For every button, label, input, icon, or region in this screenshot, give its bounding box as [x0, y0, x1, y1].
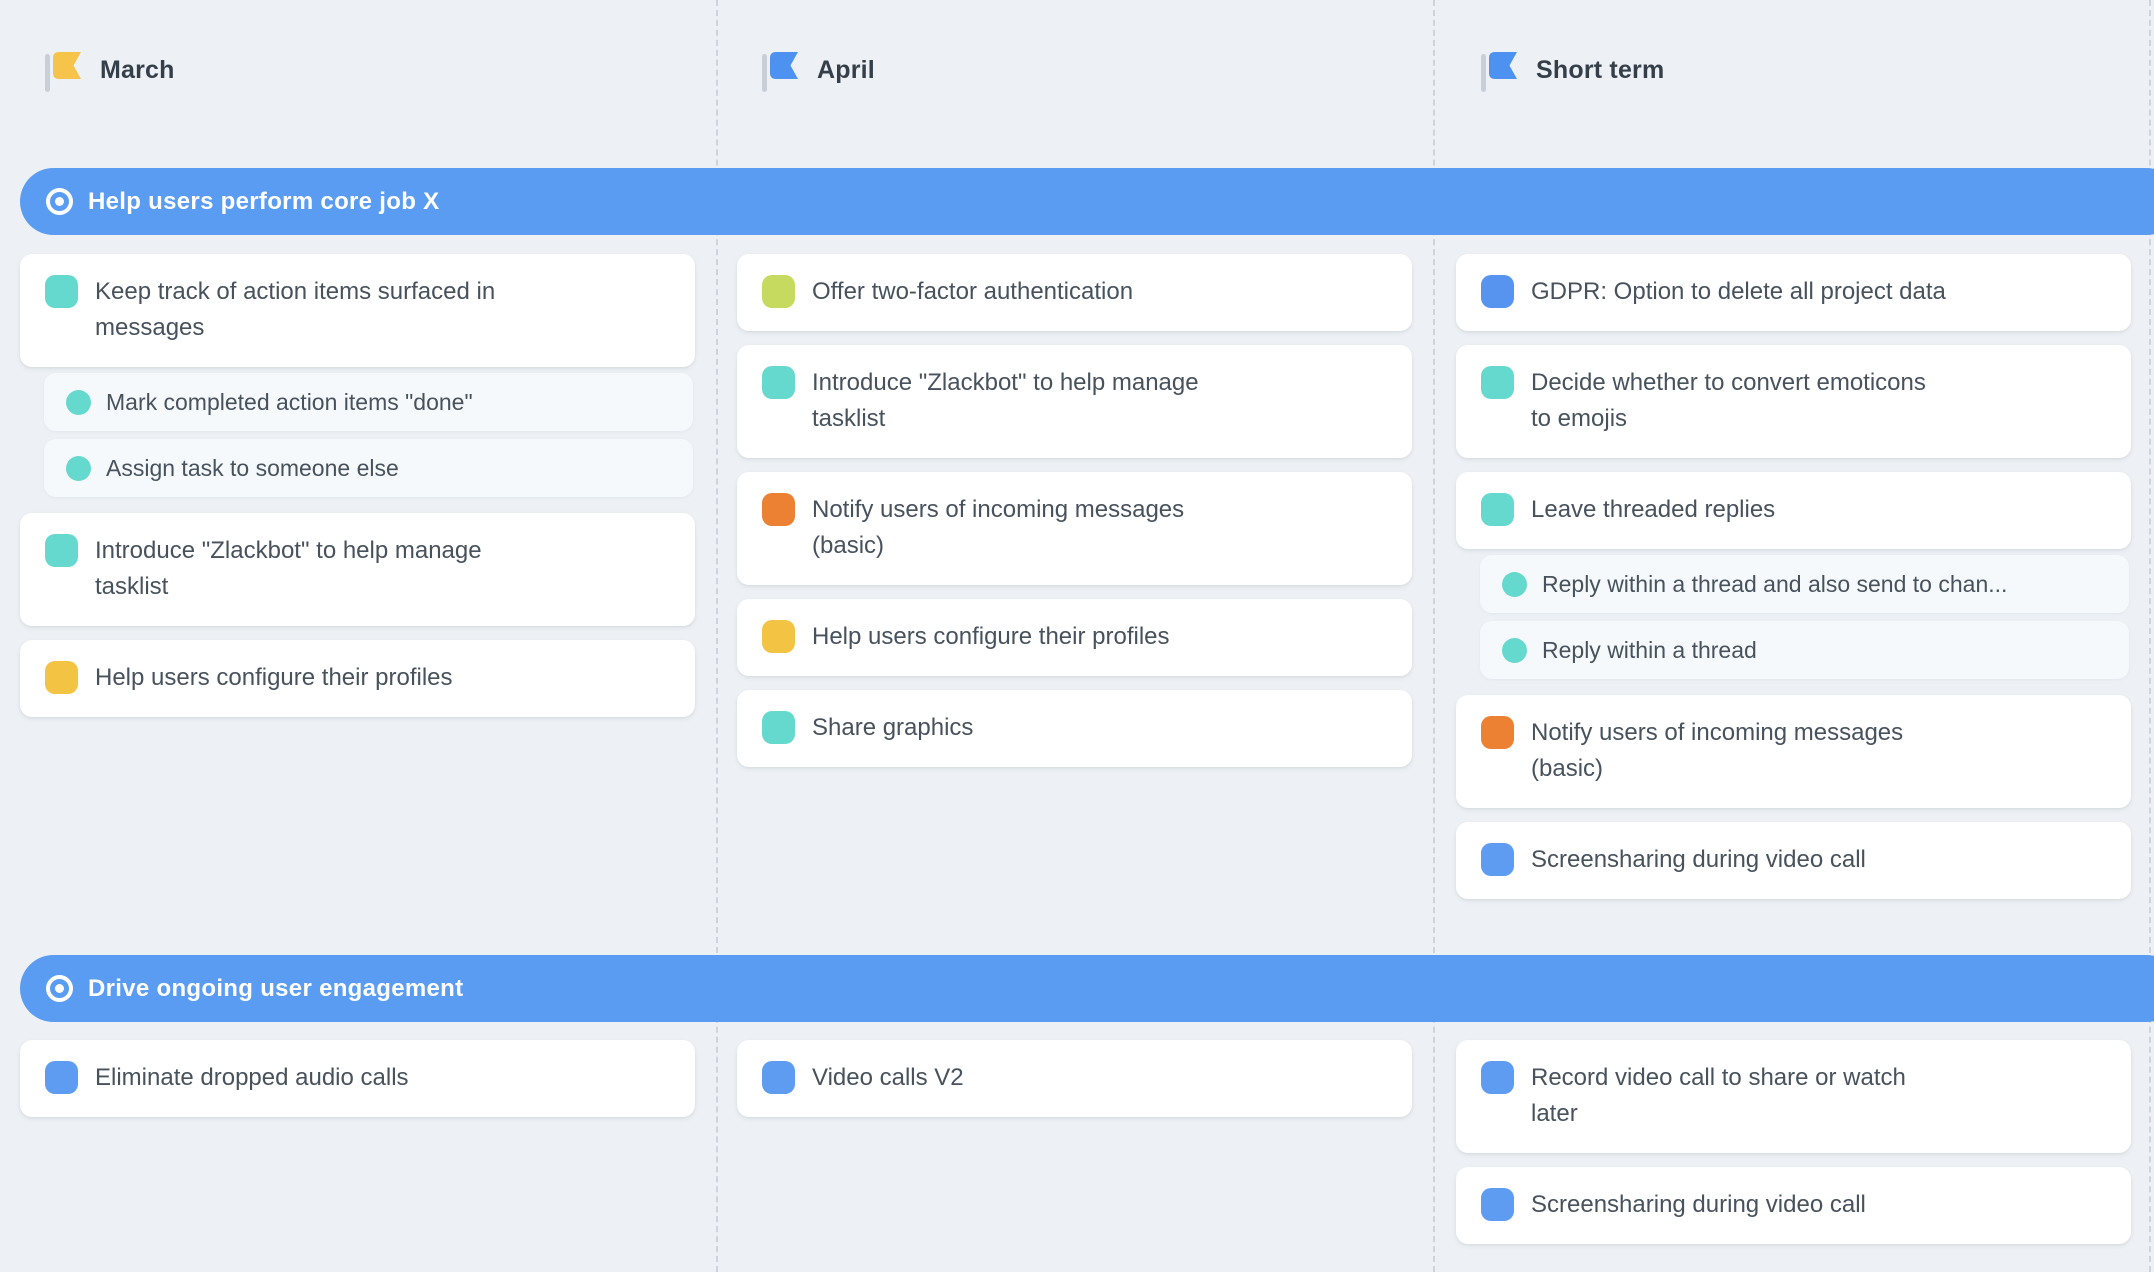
column-header-label: April — [817, 56, 875, 85]
feature-card[interactable]: Record video call to share or watch late… — [1456, 1040, 2131, 1153]
feature-card[interactable]: Decide whether to convert emoticons to e… — [1456, 345, 2131, 458]
feature-status-swatch — [45, 1061, 78, 1094]
subfeature-status-dot — [1502, 638, 1527, 663]
subfeature-row[interactable]: Reply within a thread and also send to c… — [1480, 555, 2129, 613]
subfeature-status-dot — [66, 456, 91, 481]
feature-title: Screensharing during video call — [1531, 1187, 1866, 1223]
feature-card[interactable]: Keep track of action items surfaced in m… — [20, 254, 695, 367]
objective-title: Help users perform core job X — [88, 188, 439, 216]
feature-status-swatch — [762, 493, 795, 526]
column-header-label: Short term — [1536, 56, 1664, 85]
feature-status-swatch — [762, 366, 795, 399]
feature-title: Share graphics — [812, 710, 973, 746]
subfeature-row[interactable]: Mark completed action items "done" — [44, 373, 693, 431]
feature-title: Record video call to share or watch late… — [1531, 1060, 1906, 1132]
lane-cell: Record video call to share or watch late… — [1456, 1040, 2131, 1244]
feature-card[interactable]: Notify users of incoming messages (basic… — [737, 472, 1412, 585]
column-header-label: March — [100, 56, 175, 85]
feature-status-swatch — [1481, 493, 1514, 526]
feature-card[interactable]: GDPR: Option to delete all project data — [1456, 254, 2131, 331]
feature-title: Video calls V2 — [812, 1060, 964, 1096]
feature-status-swatch — [45, 275, 78, 308]
subfeature-title: Mark completed action items "done" — [106, 389, 473, 415]
feature-status-swatch — [762, 1061, 795, 1094]
lane-cell: Offer two-factor authentication Introduce… — [737, 254, 1412, 767]
feature-status-swatch — [45, 661, 78, 694]
lane-cell: GDPR: Option to delete all project data D… — [1456, 254, 2131, 899]
feature-title: Offer two-factor authentication — [812, 274, 1133, 310]
subfeature-title: Reply within a thread and also send to c… — [1542, 571, 2007, 597]
feature-card[interactable]: Video calls V2 — [737, 1040, 1412, 1117]
feature-status-swatch — [1481, 275, 1514, 308]
objective-target-icon — [46, 188, 73, 215]
subfeature-title: Assign task to someone else — [106, 455, 399, 481]
feature-title: Eliminate dropped audio calls — [95, 1060, 409, 1096]
subfeature-row[interactable]: Assign task to someone else — [44, 439, 693, 497]
release-flag-icon — [770, 52, 798, 79]
objective-target-icon — [46, 975, 73, 1002]
flag-pole — [762, 54, 767, 92]
feature-title: Help users configure their profiles — [812, 619, 1170, 655]
feature-card[interactable]: Screensharing during video call — [1456, 1167, 2131, 1244]
feature-title: Keep track of action items surfaced in m… — [95, 274, 495, 346]
subfeature-status-dot — [66, 390, 91, 415]
feature-card[interactable]: Help users configure their profiles — [20, 640, 695, 717]
column-header-short-term[interactable]: Short term — [1481, 40, 1664, 100]
release-flag-icon — [1489, 52, 1517, 79]
feature-card[interactable]: Leave threaded replies — [1456, 472, 2131, 549]
feature-card[interactable]: Help users configure their profiles — [737, 599, 1412, 676]
feature-card[interactable]: Offer two-factor authentication — [737, 254, 1412, 331]
column-header-april[interactable]: April — [762, 40, 875, 100]
feature-card[interactable]: Eliminate dropped audio calls — [20, 1040, 695, 1117]
subfeature-status-dot — [1502, 572, 1527, 597]
flag-pole — [45, 54, 50, 92]
roadmap-board: March April Short term Help users perfor… — [0, 0, 2154, 1272]
feature-status-swatch — [1481, 366, 1514, 399]
feature-title: Introduce "Zlackbot" to help manage task… — [95, 533, 482, 605]
lane-cell: Video calls V2 — [737, 1040, 1412, 1117]
feature-status-swatch — [1481, 1188, 1514, 1221]
flag-pole — [1481, 54, 1486, 92]
feature-card[interactable]: Introduce "Zlackbot" to help manage task… — [737, 345, 1412, 458]
feature-card[interactable]: Share graphics — [737, 690, 1412, 767]
feature-status-swatch — [1481, 843, 1514, 876]
feature-title: Introduce "Zlackbot" to help manage task… — [812, 365, 1199, 437]
feature-title: GDPR: Option to delete all project data — [1531, 274, 1946, 310]
feature-title: Leave threaded replies — [1531, 492, 1775, 528]
feature-title: Screensharing during video call — [1531, 842, 1866, 878]
release-flag-icon — [53, 52, 81, 79]
feature-title: Notify users of incoming messages (basic… — [1531, 715, 1903, 787]
feature-card[interactable]: Introduce "Zlackbot" to help manage task… — [20, 513, 695, 626]
column-header-march[interactable]: March — [45, 40, 175, 100]
feature-card[interactable]: Screensharing during video call — [1456, 822, 2131, 899]
feature-status-swatch — [1481, 1061, 1514, 1094]
feature-status-swatch — [1481, 716, 1514, 749]
feature-title: Help users configure their profiles — [95, 660, 453, 696]
feature-title: Decide whether to convert emoticons to e… — [1531, 365, 1926, 437]
subfeature-title: Reply within a thread — [1542, 637, 1757, 663]
objective-lane-bar[interactable]: Drive ongoing user engagement — [20, 955, 2154, 1022]
feature-status-swatch — [762, 711, 795, 744]
objective-lane-bar[interactable]: Help users perform core job X — [20, 168, 2154, 235]
feature-status-swatch — [762, 620, 795, 653]
feature-status-swatch — [45, 534, 78, 567]
feature-card[interactable]: Notify users of incoming messages (basic… — [1456, 695, 2131, 808]
objective-title: Drive ongoing user engagement — [88, 975, 463, 1003]
feature-status-swatch — [762, 275, 795, 308]
lane-cell: Keep track of action items surfaced in m… — [20, 254, 695, 717]
feature-title: Notify users of incoming messages (basic… — [812, 492, 1184, 564]
subfeature-row[interactable]: Reply within a thread — [1480, 621, 2129, 679]
lane-cell: Eliminate dropped audio calls — [20, 1040, 695, 1117]
